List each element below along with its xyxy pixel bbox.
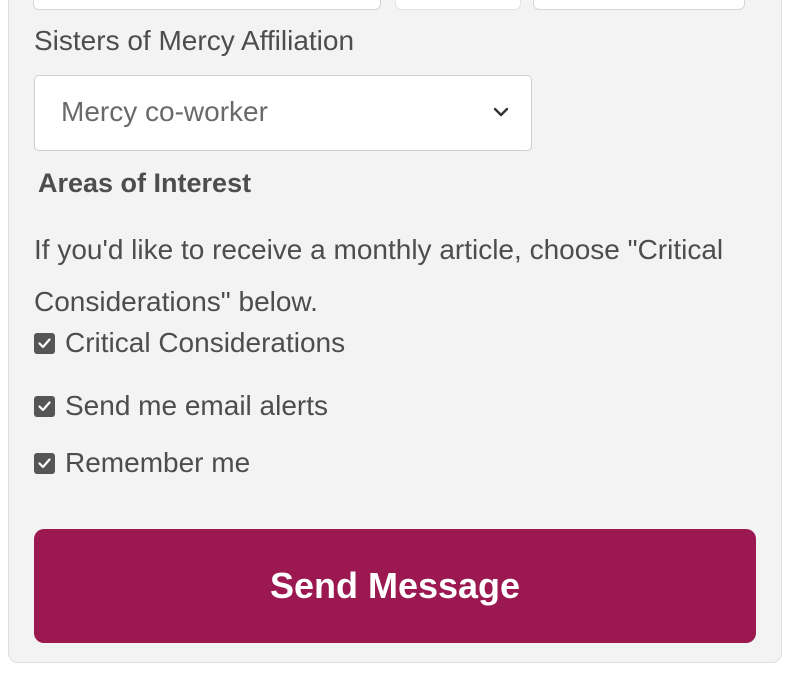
critical-considerations-option[interactable]: Critical Considerations: [34, 325, 345, 361]
checkmark-icon: [38, 337, 51, 348]
remember-me-label: Remember me: [65, 447, 251, 478]
areas-of-interest-description: If you'd like to receive a monthly artic…: [34, 234, 724, 317]
areas-of-interest-heading: Areas of Interest: [38, 168, 252, 198]
checkbox-checked-icon[interactable]: [34, 332, 55, 354]
chevron-down-icon: [493, 107, 509, 117]
affiliation-label: Sisters of Mercy Affiliation: [34, 25, 355, 56]
email-alerts-label: Send me email alerts: [65, 390, 329, 421]
send-message-button[interactable]: Send Message: [34, 529, 756, 643]
previous-field-input-2[interactable]: [395, 0, 521, 10]
affiliation-selected-value: Mercy co-worker: [61, 96, 268, 127]
send-message-label: Send Message: [269, 565, 521, 606]
email-alerts-option[interactable]: Send me email alerts: [34, 388, 328, 424]
checkbox-checked-icon[interactable]: [34, 395, 55, 417]
checkmark-icon: [38, 457, 51, 468]
previous-field-input-3[interactable]: [533, 0, 745, 10]
checkbox-checked-icon[interactable]: [34, 452, 55, 474]
affiliation-select[interactable]: Mercy co-worker: [34, 75, 532, 151]
previous-field-input[interactable]: [33, 0, 381, 10]
checkmark-icon: [38, 400, 51, 411]
remember-me-option[interactable]: Remember me: [34, 445, 250, 481]
critical-considerations-label: Critical Considerations: [65, 327, 346, 358]
